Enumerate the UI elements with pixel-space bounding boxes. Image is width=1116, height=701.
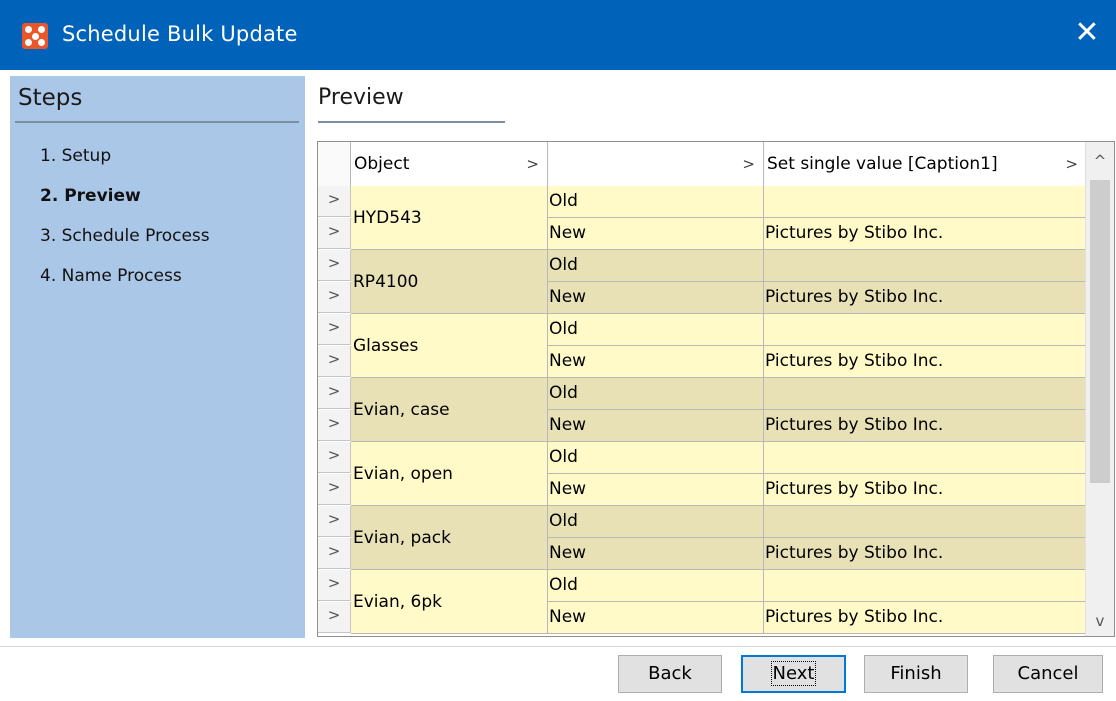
table-row: > > Evian, pack Old New Pictures by Stib… [318, 506, 1086, 570]
title-bar: Schedule Bulk Update ✕ [0, 0, 1116, 70]
old-label-cell[interactable]: Old [548, 442, 764, 474]
object-cell[interactable]: Evian, 6pk [351, 570, 548, 634]
table-row: > > RP4100 Old New Pictures by Stibo Inc… [318, 250, 1086, 314]
old-label-cell[interactable]: Old [548, 378, 764, 410]
grid-header: Object > > Set single value [Caption1] > [318, 142, 1086, 187]
old-value-cell[interactable] [764, 442, 1086, 474]
scroll-up-icon[interactable]: ^ [1086, 146, 1114, 176]
old-value-cell[interactable] [764, 506, 1086, 538]
new-value-cell[interactable]: Pictures by Stibo Inc. [764, 218, 1086, 250]
corner-cell [318, 142, 351, 186]
object-cell[interactable]: RP4100 [351, 250, 548, 314]
column-header-caption-label: Set single value [Caption1] [767, 154, 998, 174]
new-label-cell[interactable]: New [548, 410, 764, 442]
row-expand-icon[interactable]: > [318, 506, 351, 537]
new-value-cell[interactable]: Pictures by Stibo Inc. [764, 474, 1086, 506]
new-value-cell[interactable]: Pictures by Stibo Inc. [764, 282, 1086, 314]
row-expand-icon[interactable]: > [318, 218, 351, 249]
object-cell[interactable]: HYD543 [351, 186, 548, 250]
column-header-object[interactable]: Object > [351, 142, 548, 186]
row-expand-icon[interactable]: > [318, 538, 351, 569]
new-label-cell[interactable]: New [548, 218, 764, 250]
object-cell[interactable]: Evian, open [351, 442, 548, 506]
cancel-button[interactable]: Cancel [993, 655, 1103, 693]
row-expand-icon[interactable]: > [318, 346, 351, 377]
scroll-thumb[interactable] [1090, 180, 1110, 483]
close-icon[interactable]: ✕ [1072, 16, 1102, 50]
table-row: > > Evian, 6pk Old New Pictures by Stibo… [318, 570, 1086, 634]
row-expand-icon[interactable]: > [318, 602, 351, 633]
column-header-state[interactable]: > [548, 142, 764, 186]
preview-divider [318, 121, 505, 123]
row-expand-icon[interactable]: > [318, 474, 351, 505]
step-name-process[interactable]: 4. Name Process [40, 266, 182, 286]
table-row: > > Glasses Old New Pictures by Stibo In… [318, 314, 1086, 378]
old-value-cell[interactable] [764, 570, 1086, 602]
old-label-cell[interactable]: Old [548, 250, 764, 282]
new-value-cell[interactable]: Pictures by Stibo Inc. [764, 538, 1086, 570]
old-label-cell[interactable]: Old [548, 186, 764, 218]
new-value-cell[interactable]: Pictures by Stibo Inc. [764, 410, 1086, 442]
object-cell[interactable]: Glasses [351, 314, 548, 378]
new-label-cell[interactable]: New [548, 282, 764, 314]
step-preview[interactable]: 2. Preview [40, 186, 141, 206]
window-title: Schedule Bulk Update [62, 22, 298, 46]
chevron-right-icon[interactable]: > [526, 142, 539, 186]
step-schedule-process[interactable]: 3. Schedule Process [40, 226, 210, 246]
row-expand-icon[interactable]: > [318, 250, 351, 281]
row-expand-icon[interactable]: > [318, 410, 351, 441]
table-row: > > Evian, case Old New Pictures by Stib… [318, 378, 1086, 442]
object-cell[interactable]: Evian, case [351, 378, 548, 442]
table-row: > > HYD543 Old New Pictures by Stibo Inc… [318, 186, 1086, 250]
new-value-cell[interactable]: Pictures by Stibo Inc. [764, 346, 1086, 378]
vertical-scrollbar[interactable]: ^ v [1085, 142, 1114, 636]
old-label-cell[interactable]: Old [548, 314, 764, 346]
row-expand-icon[interactable]: > [318, 314, 351, 345]
new-label-cell[interactable]: New [548, 346, 764, 378]
new-label-cell[interactable]: New [548, 474, 764, 506]
new-value-cell[interactable]: Pictures by Stibo Inc. [764, 602, 1086, 634]
app-icon [22, 23, 48, 49]
old-label-cell[interactable]: Old [548, 570, 764, 602]
steps-divider [15, 121, 299, 123]
row-expand-icon[interactable]: > [318, 186, 351, 217]
row-expand-icon[interactable]: > [318, 282, 351, 313]
step-setup[interactable]: 1. Setup [40, 146, 111, 166]
column-header-object-label: Object [354, 154, 410, 174]
chevron-right-icon[interactable]: > [1065, 142, 1078, 186]
back-button[interactable]: Back [618, 655, 722, 693]
chevron-right-icon[interactable]: > [742, 142, 755, 186]
steps-panel: Steps 1. Setup 2. Preview 3. Schedule Pr… [10, 76, 305, 638]
new-label-cell[interactable]: New [548, 602, 764, 634]
steps-header: Steps [18, 85, 83, 111]
old-value-cell[interactable] [764, 314, 1086, 346]
old-value-cell[interactable] [764, 378, 1086, 410]
old-value-cell[interactable] [764, 250, 1086, 282]
preview-grid: Object > > Set single value [Caption1] >… [317, 141, 1115, 637]
row-expand-icon[interactable]: > [318, 570, 351, 601]
table-row: > > Evian, open Old New Pictures by Stib… [318, 442, 1086, 506]
object-cell[interactable]: Evian, pack [351, 506, 548, 570]
preview-header: Preview [318, 85, 404, 110]
next-button[interactable]: Next [741, 655, 846, 693]
scroll-down-icon[interactable]: v [1086, 606, 1114, 636]
old-label-cell[interactable]: Old [548, 506, 764, 538]
finish-button[interactable]: Finish [864, 655, 968, 693]
new-label-cell[interactable]: New [548, 538, 764, 570]
column-header-caption[interactable]: Set single value [Caption1] > [764, 142, 1086, 186]
next-button-label: Next [770, 661, 817, 686]
row-expand-icon[interactable]: > [318, 378, 351, 409]
row-expand-icon[interactable]: > [318, 442, 351, 473]
dialog-footer: Back Next Finish Cancel [0, 646, 1116, 701]
old-value-cell[interactable] [764, 186, 1086, 218]
